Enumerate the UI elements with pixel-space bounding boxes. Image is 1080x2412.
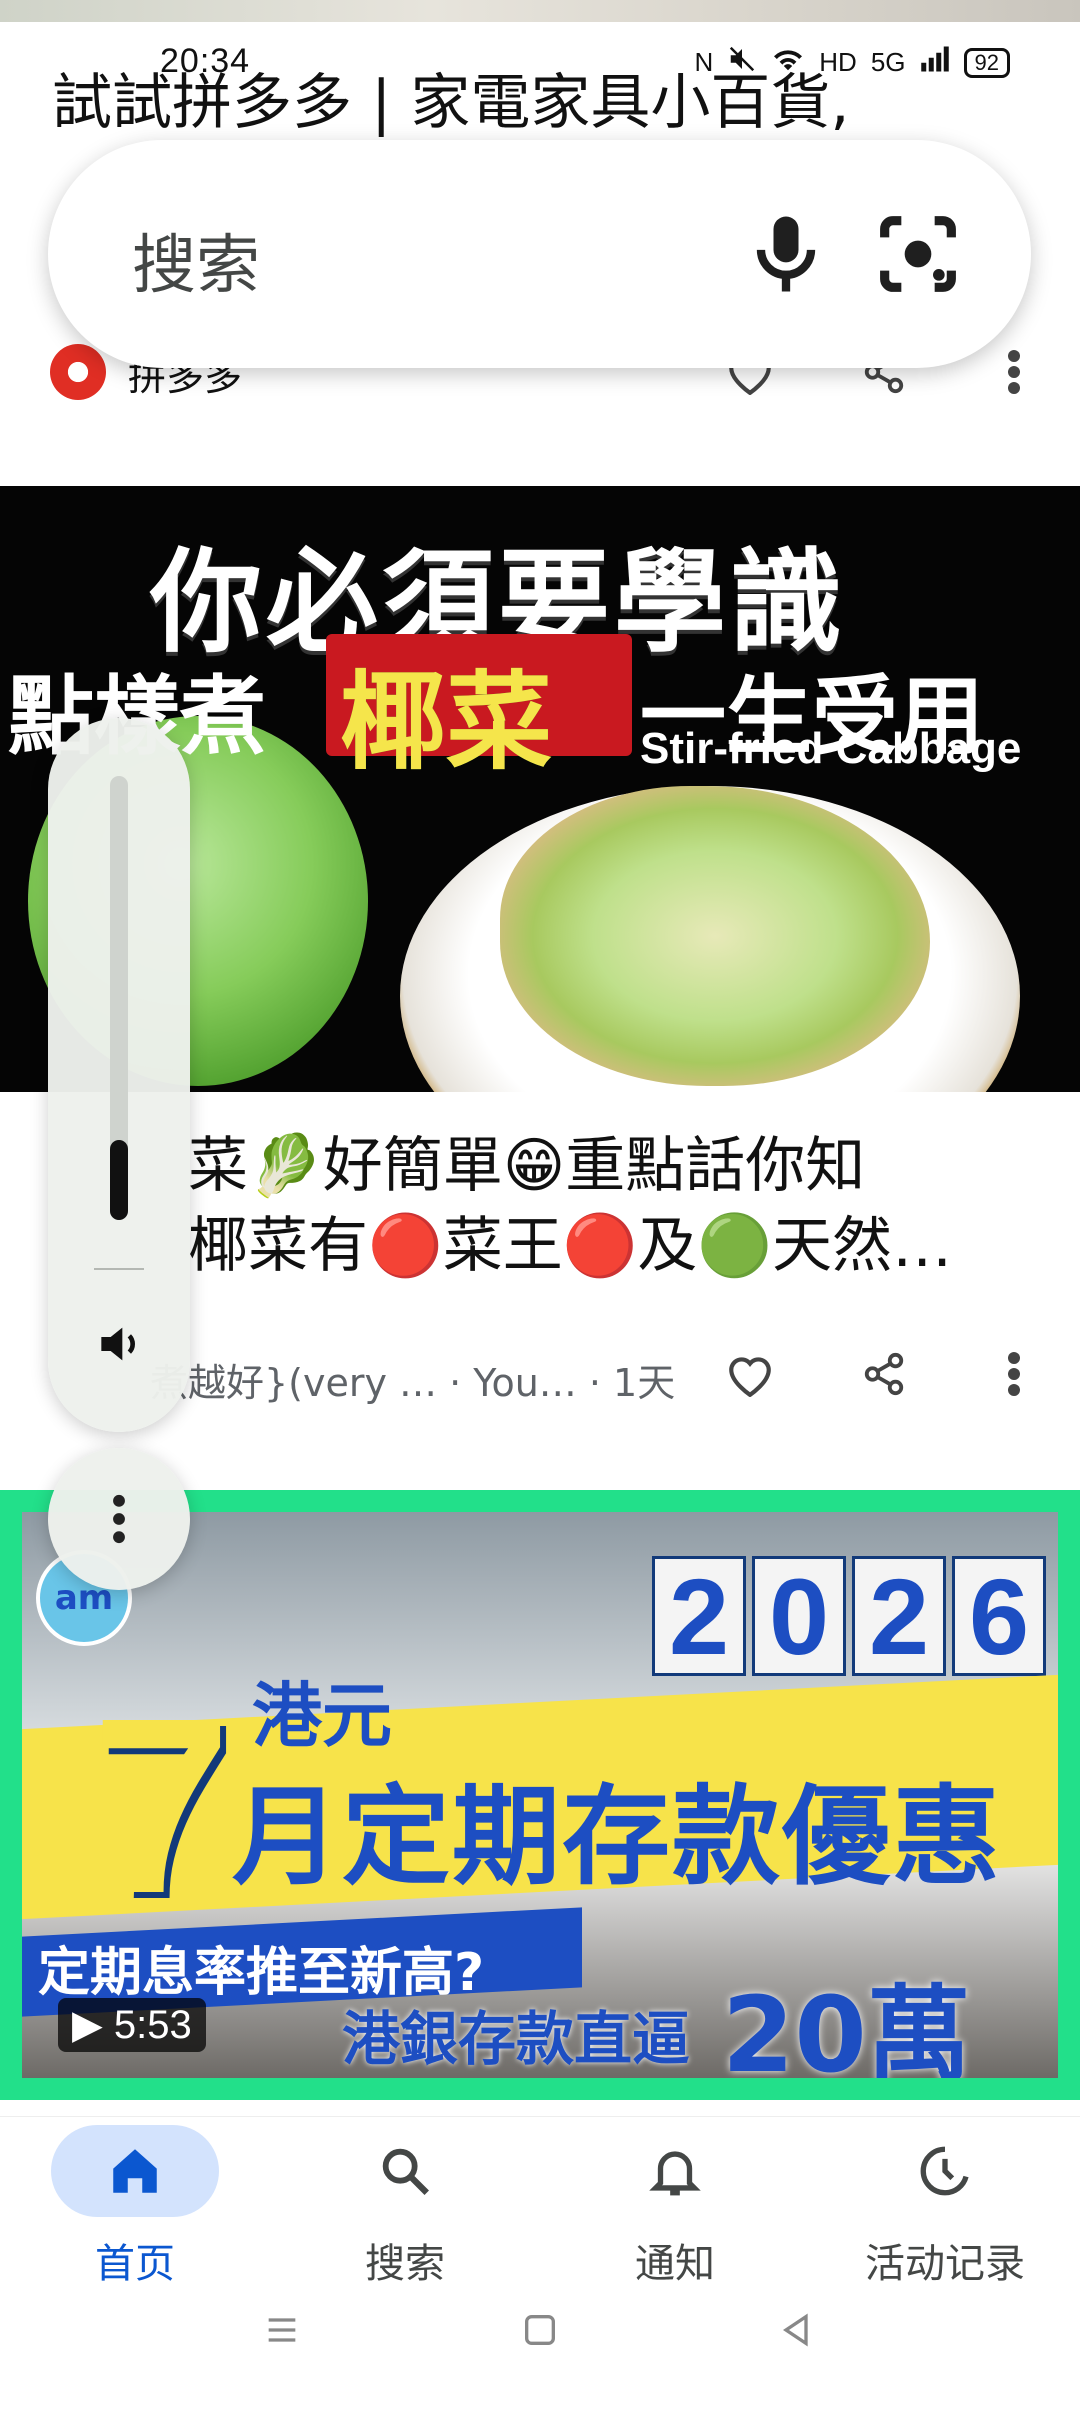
- mic-icon[interactable]: [736, 204, 836, 304]
- bottom-navigation: 首页 搜索 通知 活动记录: [0, 2116, 1080, 2290]
- recents-button[interactable]: [262, 2310, 302, 2354]
- year-digit: 2: [852, 1556, 946, 1677]
- nav-item-search[interactable]: 搜索: [270, 2117, 540, 2291]
- home-icon: [51, 2125, 219, 2217]
- divider: [94, 1268, 144, 1270]
- like-icon[interactable]: [722, 1346, 778, 1402]
- camera-lens-icon[interactable]: [868, 204, 968, 304]
- nav-item-activity[interactable]: 活动记录: [810, 2117, 1080, 2291]
- nav-item-notifications[interactable]: 通知: [540, 2117, 810, 2291]
- year-badge: 2 0 2 6: [652, 1556, 1052, 1686]
- video-thumbnail[interactable]: am 2 0 2 6 7 港元 月定期存款優惠 定期息率推至新高? 港銀存款直逼…: [0, 1490, 1080, 2100]
- video-duration-badge: ▶ 5:53: [58, 1998, 206, 2052]
- year-digit: 6: [952, 1556, 1046, 1677]
- nav-label: 首页: [95, 2241, 175, 2287]
- play-icon: ▶: [72, 2003, 114, 2047]
- bell-icon: [591, 2125, 759, 2217]
- channel-avatar[interactable]: [50, 344, 106, 400]
- year-digit: 2: [652, 1556, 746, 1677]
- previous-thumbnail-edge: [0, 0, 1080, 22]
- thumbnail-number: 7: [92, 1666, 232, 1945]
- thumbnail-highlight-text: 20萬億!: [722, 1974, 971, 2078]
- thumbnail-subtitle: 港銀存款直逼: [342, 2005, 691, 2073]
- year-digit: 0: [752, 1556, 846, 1677]
- more-vertical-icon: [113, 1494, 125, 1544]
- more-options-icon[interactable]: [986, 344, 1042, 400]
- video-title[interactable]: 菜🥬好簡單😁重點話你知 椰菜有🔴菜王🔴及🟢天然…: [188, 1126, 1038, 1286]
- search-placeholder: 搜索: [132, 229, 260, 303]
- duration-text: 5:53: [113, 2003, 192, 2047]
- history-icon: [861, 2125, 1029, 2217]
- thumbnail-english-text: Stir-fried Cabbage: [640, 724, 1022, 773]
- volume-more-button[interactable]: [48, 1448, 190, 1590]
- nav-label: 通知: [635, 2241, 715, 2287]
- home-button[interactable]: [520, 2310, 560, 2354]
- nav-label: 活动记录: [865, 2241, 1025, 2287]
- volume-level-fill[interactable]: [110, 1140, 128, 1220]
- search-icon: [321, 2125, 489, 2217]
- search-bar[interactable]: 搜索: [48, 140, 1031, 368]
- nav-item-home[interactable]: 首页: [0, 2117, 270, 2291]
- system-navigation-bar: [0, 2290, 1080, 2412]
- thumbnail-headline: 月定期存款優惠: [232, 1775, 1003, 1900]
- thumbnail-image: am 2 0 2 6 7 港元 月定期存款優惠 定期息率推至新高? 港銀存款直逼…: [22, 1512, 1058, 2078]
- speaker-icon[interactable]: [92, 1316, 148, 1372]
- volume-slider[interactable]: [48, 718, 190, 1432]
- back-button[interactable]: [776, 2310, 816, 2354]
- thumbnail-text: 港元: [252, 1675, 392, 1757]
- video-meta: 煮越好}(very … · You… · 1天: [150, 1361, 676, 1405]
- more-options-icon[interactable]: [986, 1346, 1042, 1402]
- thumbnail-highlight-text: 椰菜: [340, 661, 552, 784]
- nav-label: 搜索: [365, 2241, 445, 2287]
- share-icon[interactable]: [856, 1346, 912, 1402]
- video-title[interactable]: 試試拼多多 | 家電家具小百貨,: [52, 64, 1042, 142]
